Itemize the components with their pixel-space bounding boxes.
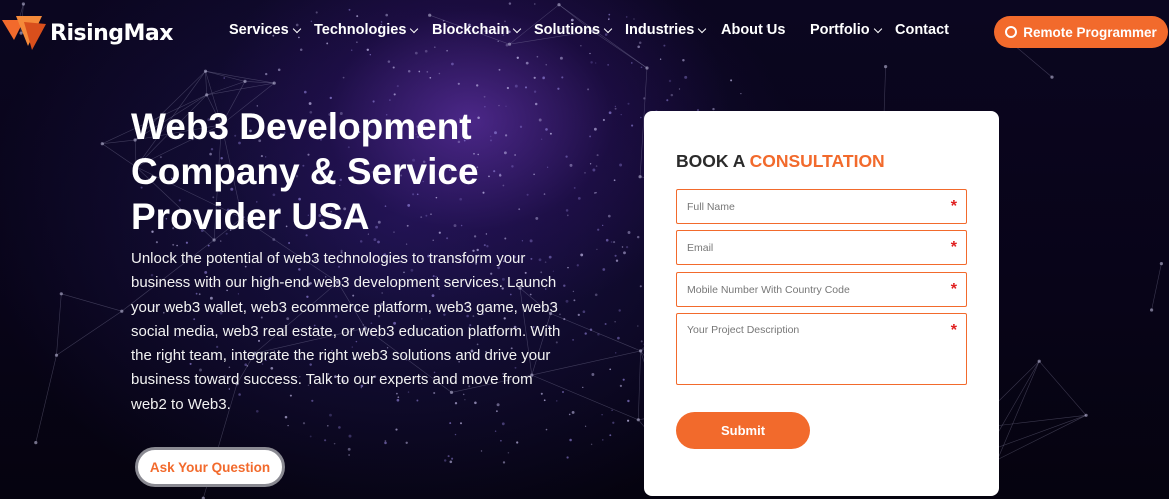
- chevron-down-icon: [698, 24, 707, 33]
- required-mark: *: [950, 198, 957, 215]
- email-field-wrapper: *: [676, 230, 967, 265]
- nav-item-about-us[interactable]: About Us: [721, 22, 785, 38]
- mobile-field-wrapper: *: [676, 272, 967, 307]
- nav-label: Blockchain: [432, 22, 510, 38]
- submit-button[interactable]: Submit: [676, 412, 810, 449]
- full-name-field-wrapper: *: [676, 189, 967, 224]
- hero-description: Unlock the potential of web3 technologie…: [131, 250, 561, 413]
- remote-programmer-button[interactable]: Remote Programmer: [994, 16, 1168, 48]
- form-title-prefix: BOOK A: [676, 151, 745, 171]
- chevron-down-icon: [292, 24, 301, 33]
- form-title-accent: CONSULTATION: [749, 151, 885, 171]
- ring-icon: [1005, 26, 1018, 38]
- hero-title-line: Provider USA: [131, 196, 370, 237]
- nav-label: About Us: [721, 22, 786, 38]
- nav-item-industries[interactable]: Industries: [625, 22, 707, 38]
- chevron-down-icon: [513, 24, 522, 33]
- required-mark: *: [950, 322, 957, 339]
- consultation-form-card: BOOK A CONSULTATION * * * * Submit: [644, 111, 999, 496]
- chevron-down-icon: [873, 24, 882, 33]
- risingmax-logo-icon: [2, 16, 46, 50]
- hero-title: Web3 Development Company & Service Provi…: [131, 104, 551, 239]
- nav-label: Technologies: [314, 22, 407, 38]
- nav-label: Industries: [625, 22, 695, 38]
- hero-title-line: Web3 Development: [131, 106, 472, 147]
- form-title: BOOK A CONSULTATION: [676, 151, 885, 172]
- logo[interactable]: RisingMax: [2, 14, 173, 52]
- chevron-down-icon: [410, 24, 419, 33]
- project-description-field[interactable]: [677, 314, 966, 384]
- nav-item-contact[interactable]: Contact: [895, 22, 949, 38]
- remote-programmer-label: Remote Programmer: [1023, 24, 1157, 40]
- nav-label: Services: [229, 22, 289, 38]
- required-mark: *: [950, 239, 957, 256]
- nav-label: Contact: [895, 22, 949, 38]
- nav-label: Solutions: [534, 22, 601, 38]
- project-description-field-wrapper: *: [676, 313, 967, 385]
- nav-item-blockchain[interactable]: Blockchain: [432, 22, 522, 38]
- hero-title-line: Company & Service: [131, 151, 479, 192]
- site-header: RisingMax Services Technologies Blockcha…: [0, 0, 1169, 62]
- ask-question-button[interactable]: Ask Your Question: [135, 447, 285, 487]
- required-mark: *: [950, 281, 957, 298]
- email-field[interactable]: [677, 231, 966, 264]
- mobile-number-field[interactable]: [677, 273, 966, 306]
- full-name-field[interactable]: [677, 190, 966, 223]
- nav-item-solutions[interactable]: Solutions: [534, 22, 613, 38]
- nav-label: Portfolio: [810, 22, 870, 38]
- nav-item-services[interactable]: Services: [229, 22, 301, 38]
- nav-item-portfolio[interactable]: Portfolio: [810, 22, 882, 38]
- nav-item-technologies[interactable]: Technologies: [314, 22, 419, 38]
- logo-text: RisingMax: [50, 20, 173, 46]
- chevron-down-icon: [603, 24, 613, 33]
